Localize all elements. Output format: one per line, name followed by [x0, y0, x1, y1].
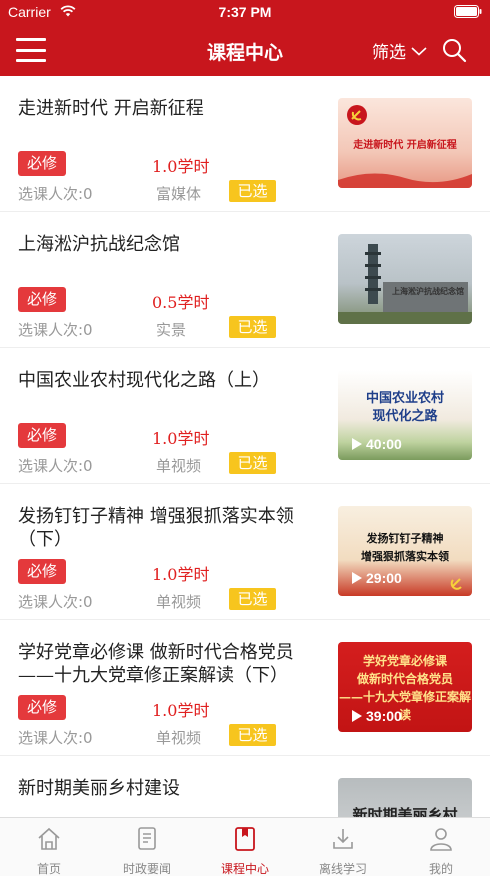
tab-offline[interactable]: 离线学习	[294, 818, 392, 876]
course-center-icon	[235, 827, 255, 851]
selected-badge: 已选	[229, 724, 276, 746]
course-type: 单视频	[156, 593, 202, 611]
credit-hours: 0.5学时	[152, 293, 210, 312]
tab-label: 离线学习	[318, 862, 367, 876]
course-item[interactable]: 新时期美丽乡村建设 新时期美丽乡村	[0, 756, 490, 817]
course-title: 走进新时代 开启新征程	[18, 98, 204, 119]
enroll-count: 选课人次:0	[18, 593, 93, 611]
course-type: 单视频	[156, 457, 202, 475]
menu-icon-line	[16, 38, 46, 41]
profile-icon	[430, 828, 452, 851]
download-icon	[333, 829, 353, 849]
tab-label: 时政要闻	[122, 862, 171, 876]
search-icon[interactable]	[441, 37, 467, 63]
play-icon	[352, 710, 362, 722]
tab-label: 我的	[428, 862, 453, 876]
tab-profile[interactable]: 我的	[392, 818, 490, 876]
enroll-count: 选课人次:0	[18, 321, 93, 339]
clock: 7:37 PM	[218, 4, 272, 20]
course-title: 中国农业农村现代化之路（上）	[18, 370, 270, 391]
credit-hours: 1.0学时	[152, 429, 210, 448]
course-title: 发扬钉钉子精神 增强狠抓落实本领（下）	[18, 506, 294, 550]
chevron-down-icon	[411, 46, 427, 56]
required-badge: 必修	[18, 287, 66, 312]
course-item[interactable]: 走进新时代 开启新征程 必修 1.0学时 选课人次:0 富媒体 已选 走进新时代…	[0, 76, 490, 212]
selected-badge: 已选	[229, 452, 276, 474]
enroll-count: 选课人次:0	[18, 457, 93, 475]
course-thumbnail[interactable]: 学好党章必修课 做新时代合格党员 ——十九大党章修正案解读 39:00	[338, 642, 472, 732]
video-duration: 39:00	[352, 708, 402, 724]
app-header: Carrier 7:37 PM 课程中心 筛选	[0, 0, 490, 76]
required-badge: 必修	[18, 559, 66, 584]
course-type: 富媒体	[156, 185, 202, 203]
enroll-count: 选课人次:0	[18, 185, 93, 203]
duration-label: 39:00	[366, 708, 402, 724]
menu-icon-line	[16, 48, 46, 52]
credit-hours: 1.0学时	[152, 157, 210, 176]
tab-bar: 首页 时政要闻 课程中心 离线学习 我的	[0, 817, 490, 876]
thumbnail-caption: 新时期美丽乡村	[352, 806, 458, 817]
duration-label: 40:00	[366, 436, 402, 452]
party-emblem-icon	[347, 105, 367, 125]
course-thumbnail[interactable]: 发扬钉钉子精神 增强狠抓落实本领 29:00	[338, 506, 472, 596]
thumbnail-caption: 发扬钉钉子精神 增强狠抓落实本领	[361, 532, 449, 563]
status-bar: Carrier 7:37 PM	[0, 0, 490, 24]
tab-home[interactable]: 首页	[0, 818, 98, 876]
course-item[interactable]: 上海淞沪抗战纪念馆 必修 0.5学时 选课人次:0 实景 已选 上海淞沪抗战纪念…	[0, 212, 490, 348]
video-duration: 29:00	[352, 570, 402, 586]
thumbnail-caption: 上海淞沪抗战纪念馆	[392, 286, 464, 296]
course-title: 新时期美丽乡村建设	[18, 778, 180, 799]
course-thumbnail[interactable]: 新时期美丽乡村	[338, 778, 472, 817]
filter-label: 筛选	[372, 43, 406, 63]
party-emblem-icon	[450, 578, 462, 590]
course-thumbnail[interactable]: 上海淞沪抗战纪念馆	[338, 234, 472, 324]
selected-badge: 已选	[229, 316, 276, 338]
course-type: 单视频	[156, 729, 202, 747]
required-badge: 必修	[18, 423, 66, 448]
course-type: 实景	[156, 321, 187, 339]
news-icon	[138, 827, 156, 850]
menu-icon-line	[16, 59, 46, 62]
thumbnail-caption: 中国农业农村 现代化之路	[365, 391, 444, 424]
decorative-wave	[338, 173, 472, 188]
course-thumbnail[interactable]: 走进新时代 开启新征程	[338, 98, 472, 188]
filter-button[interactable]: 筛选	[372, 38, 428, 63]
play-icon	[352, 572, 362, 584]
menu-button[interactable]	[14, 34, 48, 66]
course-thumbnail[interactable]: 中国农业农村 现代化之路 40:00	[338, 370, 472, 460]
tab-label: 首页	[36, 862, 61, 876]
home-icon	[38, 827, 60, 850]
tab-news[interactable]: 时政要闻	[98, 818, 196, 876]
enroll-count: 选课人次:0	[18, 729, 93, 747]
course-item[interactable]: 学好党章必修课 做新时代合格党员——十九大党章修正案解读（下） 必修 1.0学时…	[0, 620, 490, 756]
nav-bar: 课程中心 筛选	[0, 24, 490, 76]
course-list[interactable]: 走进新时代 开启新征程 必修 1.0学时 选课人次:0 富媒体 已选 走进新时代…	[0, 76, 490, 817]
memorial-tower-image	[338, 244, 472, 324]
credit-hours: 1.0学时	[152, 565, 210, 584]
battery-icon	[454, 5, 482, 18]
tab-course-center[interactable]: 课程中心	[196, 818, 294, 876]
credit-hours: 1.0学时	[152, 701, 210, 720]
tab-label: 课程中心	[220, 862, 269, 876]
selected-badge: 已选	[229, 588, 276, 610]
course-title: 上海淞沪抗战纪念馆	[18, 234, 180, 255]
required-badge: 必修	[18, 695, 66, 720]
course-item[interactable]: 发扬钉钉子精神 增强狠抓落实本领（下） 必修 1.0学时 选课人次:0 单视频 …	[0, 484, 490, 620]
required-badge: 必修	[18, 151, 66, 176]
course-item[interactable]: 中国农业农村现代化之路（上） 必修 1.0学时 选课人次:0 单视频 已选 中国…	[0, 348, 490, 484]
duration-label: 29:00	[366, 570, 402, 586]
play-icon	[352, 438, 362, 450]
course-title: 学好党章必修课 做新时代合格党员——十九大党章修正案解读（下）	[18, 642, 294, 686]
thumbnail-caption: 走进新时代 开启新征程	[353, 140, 457, 151]
video-duration: 40:00	[352, 436, 402, 452]
selected-badge: 已选	[229, 180, 276, 202]
